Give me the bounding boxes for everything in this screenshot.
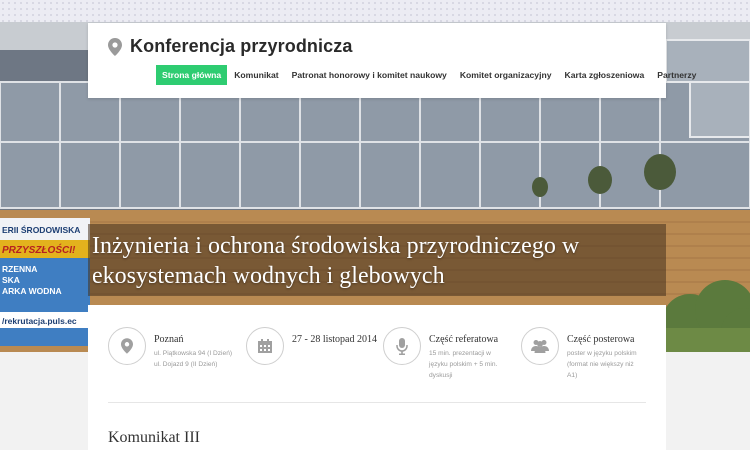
nav-komitet-organizacyjny[interactable]: Komitet organizacyjny bbox=[454, 65, 558, 85]
info-papers: Część referatowa 15 min. prezentacji w j… bbox=[383, 327, 498, 381]
people-icon bbox=[521, 327, 559, 365]
info-location-line-1: ul. Piątkowska 94 (I Dzień) bbox=[154, 350, 233, 357]
hero-title-line-1: Inżynieria i ochrona środowiska przyrodn… bbox=[92, 233, 580, 259]
nav-komunikat[interactable]: Komunikat bbox=[228, 65, 284, 85]
nav-home[interactable]: Strona główna bbox=[156, 65, 228, 85]
info-posters-line-1: poster w języku polskim bbox=[567, 350, 637, 357]
info-date-title: 27 - 28 listopad 2014 bbox=[292, 334, 377, 345]
top-pattern bbox=[0, 0, 750, 22]
info-location-title: Poznań bbox=[154, 334, 184, 345]
sign-line-2: PRZYSZŁOŚCI! bbox=[2, 243, 76, 256]
nav-karta-zgloszeniowa[interactable]: Karta zgłoszeniowa bbox=[559, 65, 651, 85]
location-pin-icon bbox=[108, 37, 122, 56]
brand[interactable]: Konferencja przyrodnicza bbox=[108, 36, 352, 57]
info-posters: Część posterowa poster w języku polskim … bbox=[521, 327, 637, 381]
page: ERII ŚRODOWISKA PRZYSZŁOŚCI! RZENNA SKA … bbox=[0, 0, 750, 450]
info-posters-line-2: (format nie większy niż bbox=[567, 361, 634, 368]
sign-line-1: ERII ŚRODOWISKA bbox=[2, 224, 80, 235]
sign-line-3: RZENNA bbox=[2, 264, 37, 274]
info-papers-line-2: języku polskim + 5 min. bbox=[429, 361, 498, 368]
site-header: Konferencja przyrodnicza Strona główna K… bbox=[88, 23, 696, 98]
info-location-line-2: ul. Dojazd 9 (II Dzień) bbox=[154, 361, 218, 368]
site-title: Konferencja przyrodnicza bbox=[130, 36, 353, 56]
nav-patronat[interactable]: Patronat honorowy i komitet naukowy bbox=[286, 65, 453, 85]
info-papers-title: Część referatowa bbox=[429, 334, 499, 345]
info-papers-line-1: 15 min. prezentacji w bbox=[429, 350, 491, 357]
divider bbox=[108, 402, 646, 403]
nav-partnerzy[interactable]: Partnerzy bbox=[651, 65, 702, 85]
info-posters-line-3: A1) bbox=[567, 372, 578, 379]
info-card: Poznań ul. Piątkowska 94 (I Dzień) ul. D… bbox=[88, 305, 666, 450]
main-nav: Strona główna Komunikat Patronat honorow… bbox=[156, 65, 703, 85]
hero-title-line-2: ekosystemach wodnych i glebowych bbox=[92, 263, 445, 289]
calendar-icon bbox=[246, 327, 284, 365]
microphone-icon bbox=[383, 327, 421, 365]
info-papers-line-3: dyskusji bbox=[429, 372, 453, 379]
location-pin-icon bbox=[108, 327, 146, 365]
info-date: 27 - 28 listopad 2014 bbox=[246, 327, 377, 365]
info-location: Poznań ul. Piątkowska 94 (I Dzień) ul. D… bbox=[108, 327, 232, 370]
sign-line-4: SKA bbox=[2, 275, 20, 285]
info-posters-title: Część posterowa bbox=[567, 334, 635, 345]
section-title: Komunikat III bbox=[108, 429, 200, 446]
hero-title-banner: Inżynieria i ochrona środowiska przyrodn… bbox=[88, 224, 666, 296]
sign-url: /rekrutacja.puls.ec bbox=[2, 316, 77, 326]
sign-line-5: ARKA WODNA bbox=[2, 286, 62, 296]
